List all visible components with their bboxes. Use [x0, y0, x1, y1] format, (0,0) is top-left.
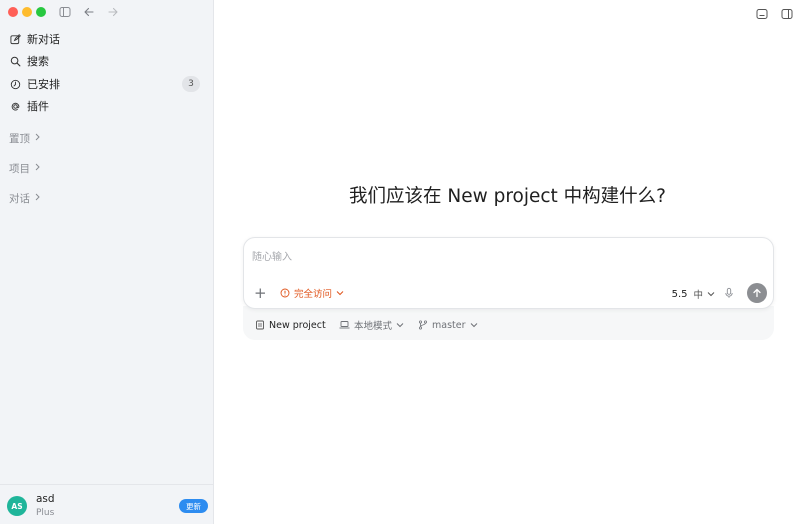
- microphone-icon[interactable]: [723, 287, 735, 299]
- warning-shield-icon: [280, 288, 290, 298]
- arrow-up-icon: [753, 288, 761, 298]
- user-account-area[interactable]: AS asd Plus 更新: [0, 484, 214, 524]
- model-version: 5.5: [671, 288, 688, 300]
- sidebar-item-label: 已安排: [27, 78, 60, 91]
- section-projects[interactable]: 项目: [9, 160, 41, 176]
- terminal-panel-icon[interactable]: [756, 5, 768, 19]
- project-selector[interactable]: New project: [255, 319, 326, 331]
- sidebar-item-scheduled[interactable]: 已安排 3: [0, 73, 214, 95]
- clock-icon: [9, 78, 21, 90]
- mode-selector[interactable]: 本地模式: [339, 319, 404, 332]
- close-window-button[interactable]: [8, 7, 18, 17]
- chevron-right-icon: [34, 163, 41, 174]
- right-panel-toggle-icon[interactable]: [781, 5, 793, 19]
- page-title: 我们应该在 New project 中构建什么?: [348, 186, 667, 207]
- user-name: asd: [36, 493, 55, 505]
- sidebar-item-search[interactable]: 搜索: [0, 50, 214, 72]
- context-bar: New project 本地模式 master: [243, 306, 774, 340]
- chevron-down-icon: [336, 290, 344, 296]
- user-plan: Plus: [36, 508, 55, 518]
- access-mode-dropdown[interactable]: 完全访问: [280, 286, 344, 300]
- back-arrow-icon[interactable]: [81, 4, 97, 20]
- scheduled-count-badge: 3: [182, 76, 200, 92]
- prompt-input[interactable]: [252, 248, 752, 266]
- add-attachment-icon[interactable]: +: [254, 286, 267, 301]
- sidebar-item-label: 新对话: [27, 33, 60, 46]
- update-button[interactable]: 更新: [179, 499, 208, 513]
- forward-arrow-icon[interactable]: [105, 4, 121, 20]
- sidebar-item-plugins[interactable]: 插件: [0, 95, 214, 117]
- new-chat-icon: [9, 33, 21, 45]
- section-chats[interactable]: 对话: [9, 190, 41, 206]
- at-icon: [9, 100, 21, 112]
- chevron-right-icon: [34, 193, 41, 204]
- git-branch-icon: [418, 320, 428, 330]
- sidebar-item-label: 插件: [27, 100, 49, 113]
- sidebar-toggle-icon[interactable]: [57, 4, 73, 20]
- maximize-window-button[interactable]: [36, 7, 46, 17]
- model-level: 中: [693, 290, 703, 301]
- chevron-right-icon: [34, 133, 41, 144]
- minimize-window-button[interactable]: [22, 7, 32, 17]
- chevron-down-icon: [470, 322, 478, 328]
- chevron-down-icon: [396, 322, 404, 328]
- chevron-down-icon: [707, 291, 715, 297]
- main-panel: 我们应该在 New project 中构建什么? New project 本地模…: [215, 0, 800, 524]
- sidebar: 新对话 搜索 已安排 3 插件 置顶 项目 对话 AS asd Plus 更新: [0, 0, 214, 524]
- model-selector[interactable]: 5.5 中: [672, 287, 715, 301]
- search-icon: [9, 55, 21, 67]
- send-button[interactable]: [747, 283, 767, 303]
- branch-selector[interactable]: master: [418, 319, 478, 331]
- window-titlebar: [0, 0, 214, 24]
- document-icon: [255, 320, 265, 330]
- composer: + 完全访问 5.5 中: [243, 237, 774, 309]
- avatar[interactable]: AS: [7, 496, 27, 516]
- laptop-icon: [339, 320, 350, 330]
- section-pinned[interactable]: 置顶: [9, 130, 41, 146]
- sidebar-item-label: 搜索: [27, 55, 49, 68]
- sidebar-item-new-chat[interactable]: 新对话: [0, 28, 214, 50]
